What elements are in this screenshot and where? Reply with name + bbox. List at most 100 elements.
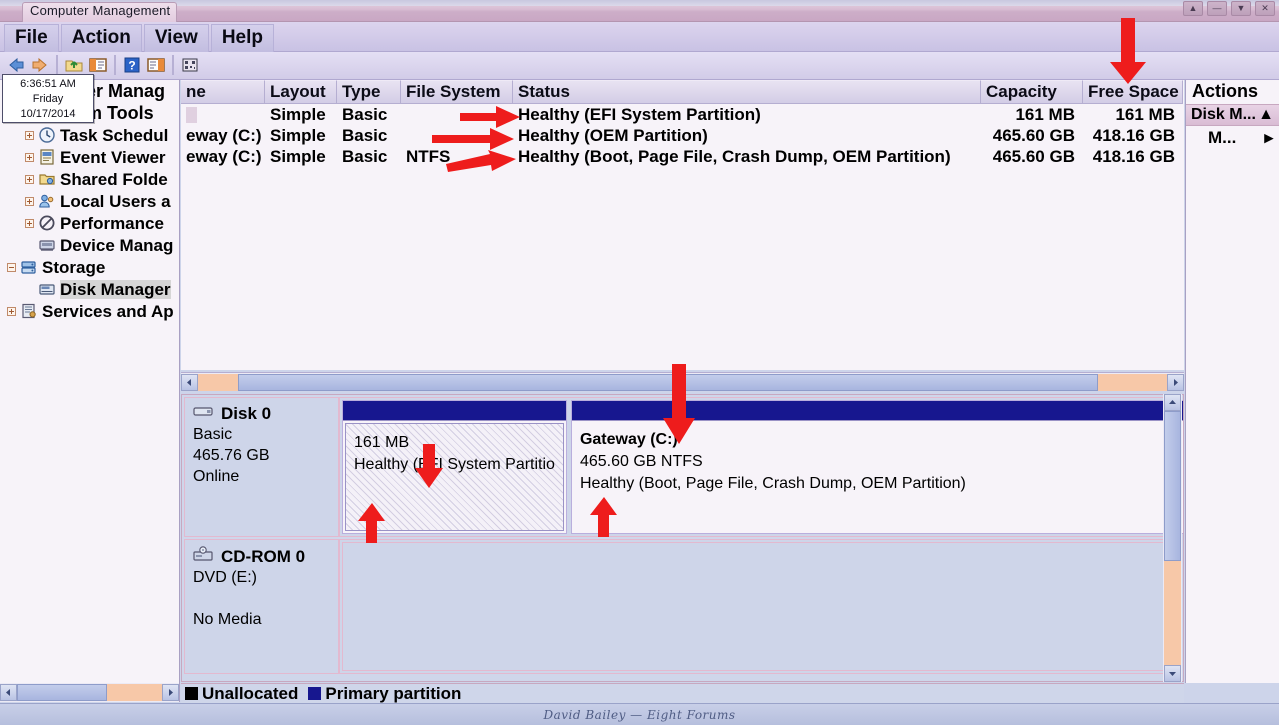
- vscroll-up-arrow-icon[interactable]: [1164, 394, 1181, 411]
- tree-node-device-manag[interactable]: Device Manag: [0, 234, 179, 256]
- disk-view-vscrollbar[interactable]: [1163, 394, 1182, 682]
- tree-node-label: Shared Folde: [60, 169, 168, 189]
- volume-name-chip: [186, 106, 197, 123]
- tree-node-shared-folde[interactable]: Shared Folde: [0, 168, 179, 190]
- expand-plus-icon[interactable]: [22, 128, 36, 142]
- toolbar-separator-1: [56, 55, 58, 75]
- legend-primary-partition: Primary partition: [308, 684, 461, 704]
- partition-size: 161 MB: [354, 434, 410, 451]
- column-header-file-system[interactable]: File System: [401, 80, 513, 104]
- disk-title-row: CD-ROM 0: [193, 546, 330, 567]
- menu-help[interactable]: Help: [210, 24, 274, 53]
- column-header-ne[interactable]: ne: [181, 80, 265, 104]
- expand-plus-icon[interactable]: [22, 216, 36, 230]
- actions-item-more[interactable]: M... ▸: [1186, 126, 1279, 150]
- vscroll-thumb[interactable]: [1164, 411, 1181, 561]
- close-button[interactable]: ✕: [1255, 1, 1275, 16]
- tree-node-label: Services and Ap: [42, 301, 174, 321]
- tree-hscroll-right-arrow-icon[interactable]: [162, 684, 179, 701]
- volume-cell-status: Healthy (OEM Partition): [518, 125, 708, 145]
- partition-status: Healthy (Boot, Page File, Crash Dump, OE…: [579, 475, 966, 492]
- expand-plus-icon[interactable]: [22, 172, 36, 186]
- minimize-button[interactable]: —: [1207, 1, 1227, 16]
- volume-cell-status: Healthy (Boot, Page File, Crash Dump, OE…: [518, 146, 951, 166]
- svg-text:?: ?: [128, 59, 135, 73]
- tree-node-storage[interactable]: Storage: [0, 256, 179, 278]
- column-header-type[interactable]: Type: [337, 80, 401, 104]
- volume-row[interactable]: eway (C:) Simple Basic Healthy (OEM Partiti…: [181, 125, 1184, 146]
- expand-plus-icon[interactable]: [22, 194, 36, 208]
- disk-title: CD-ROM 0: [221, 546, 306, 566]
- title-bar-strip: [0, 0, 1279, 6]
- legend-label-unallocated: Unallocated: [202, 683, 299, 703]
- tree-node-local-users-a[interactable]: Local Users a: [0, 190, 179, 212]
- vscroll-down-arrow-icon[interactable]: [1164, 665, 1181, 682]
- device-manager-icon: [38, 236, 56, 254]
- disk-row: CD-ROM 0 DVD (E:) No Media: [184, 539, 1181, 674]
- help-icon[interactable]: ?: [121, 54, 143, 76]
- column-header-capacity[interactable]: Capacity: [981, 80, 1083, 104]
- disk-info-panel[interactable]: Disk 0 Basic 465.76 GB Online: [184, 397, 339, 537]
- volume-cell-name: eway (C:): [186, 146, 262, 166]
- arrow-status-oem-row: [432, 128, 514, 150]
- volume-list-body: Simple Basic Healthy (EFI System Partition…: [181, 104, 1184, 167]
- collapse-minus-icon[interactable]: [4, 260, 18, 274]
- forward-arrow-icon[interactable]: [29, 54, 51, 76]
- back-arrow-icon[interactable]: [5, 54, 27, 76]
- legend-swatch-primary: [308, 687, 322, 700]
- actions-item-label: M...: [1208, 128, 1237, 147]
- tooltip-day: Friday: [32, 93, 64, 105]
- menu-view[interactable]: View: [143, 24, 209, 53]
- expand-plus-icon[interactable]: [22, 150, 36, 164]
- restore-up-button[interactable]: ▲: [1183, 1, 1203, 16]
- hscroll-right-arrow-icon[interactable]: [1167, 373, 1184, 391]
- arrow-efi-partition-up: [358, 503, 385, 543]
- tree-node-label: Local Users a: [60, 191, 171, 211]
- tree-hscrollbar[interactable]: [0, 683, 180, 702]
- volume-row[interactable]: Simple Basic Healthy (EFI System Partition…: [181, 104, 1184, 125]
- chevron-up-icon[interactable]: ▲: [1258, 106, 1274, 124]
- arrow-efi-partition-down: [415, 444, 443, 488]
- tree-node-services-and-ap[interactable]: Services and Ap: [0, 300, 179, 322]
- tree-hscroll-left-arrow-icon[interactable]: [0, 684, 17, 701]
- show-hide-tree-icon[interactable]: [87, 54, 109, 76]
- show-hide-actions-icon[interactable]: [145, 54, 167, 76]
- expand-plus-icon[interactable]: [4, 304, 18, 318]
- cdrom-empty-area[interactable]: [342, 542, 1178, 671]
- column-header-status[interactable]: Status: [513, 80, 981, 104]
- tree-hscroll-thumb[interactable]: [17, 684, 107, 701]
- hscroll-left-arrow-icon[interactable]: [181, 373, 198, 391]
- disk-info-line: [193, 588, 330, 609]
- menu-file[interactable]: File: [4, 24, 59, 53]
- menu-bar: File Action View Help: [0, 22, 1279, 53]
- partition-legend: Unallocated Primary partition: [181, 683, 1184, 703]
- arrow-gateway-partition: [663, 364, 695, 444]
- tree-node-performance[interactable]: Performance: [0, 212, 179, 234]
- tree-node-label: Event Viewer: [60, 147, 166, 167]
- disk-partition-area: [339, 539, 1181, 674]
- vscroll-track[interactable]: [1164, 411, 1181, 665]
- volume-cell-layout: Simple: [270, 125, 326, 145]
- volume-row[interactable]: eway (C:) Simple Basic NTFS Healthy (Boot, P…: [181, 146, 1184, 167]
- arrow-free-space-column: [1110, 18, 1146, 84]
- volume-cell-capacity: 465.60 GB: [992, 146, 1075, 166]
- tree-hscroll-track[interactable]: [17, 684, 162, 701]
- watermark-text: David Bailey — Eight Forums: [543, 707, 736, 722]
- partition-size: 465.60 GB NTFS: [579, 453, 703, 470]
- disk-info-panel[interactable]: CD-ROM 0 DVD (E:) No Media: [184, 539, 339, 674]
- rescan-disks-icon[interactable]: [179, 54, 201, 76]
- storage-icon: [20, 258, 38, 276]
- window-controls: ▲ — ▼ ✕: [1183, 1, 1275, 16]
- up-folder-icon[interactable]: [63, 54, 85, 76]
- tree-node-label: Storage: [42, 257, 106, 277]
- tree-node-task-schedul[interactable]: Task Schedul: [0, 124, 179, 146]
- arrow-gateway-status-up: [590, 497, 617, 537]
- tree-node-disk-manager[interactable]: Disk Manager: [0, 278, 179, 300]
- column-header-layout[interactable]: Layout: [265, 80, 337, 104]
- restore-down-button[interactable]: ▼: [1231, 1, 1251, 16]
- tree-node-event-viewer[interactable]: Event Viewer: [0, 146, 179, 168]
- menu-action[interactable]: Action: [60, 24, 142, 53]
- volume-cell-capacity: 161 MB: [1015, 104, 1075, 124]
- actions-section-disk-management[interactable]: Disk M... ▲: [1186, 105, 1279, 126]
- computer-management-window: Computer Management ▲ — ▼ ✕ File Action …: [0, 0, 1279, 725]
